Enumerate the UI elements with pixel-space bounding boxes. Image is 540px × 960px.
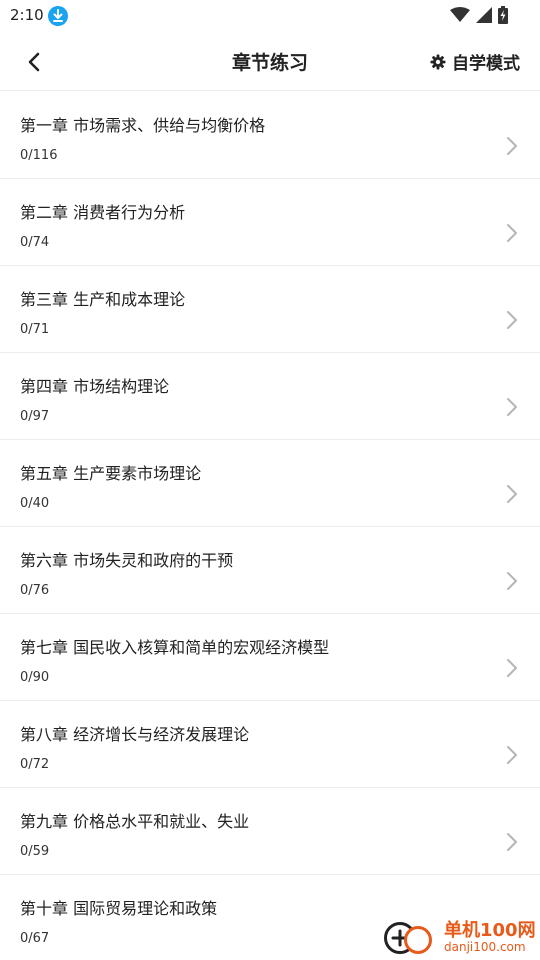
chapter-progress: 0/76 [20, 583, 50, 598]
chapter-row-1[interactable]: 第一章 市场需求、供给与均衡价格 0/116 [0, 92, 540, 179]
status-time: 2:10 [10, 6, 44, 24]
chevron-right-icon [507, 833, 517, 851]
chapter-title: 第七章 国民收入核算和简单的宏观经济模型 [20, 638, 330, 657]
wifi-icon [450, 7, 470, 22]
chapter-title: 第二章 消费者行为分析 [20, 203, 186, 222]
chevron-right-icon [507, 659, 517, 677]
chapter-progress: 0/74 [20, 235, 50, 250]
chevron-right-icon [507, 572, 517, 590]
download-icon [48, 6, 68, 26]
chapter-title: 第八章 经济增长与经济发展理论 [20, 725, 250, 744]
status-bar: 2:10 [0, 0, 540, 30]
chevron-right-icon [507, 485, 517, 503]
chapter-title: 第九章 价格总水平和就业、失业 [20, 812, 250, 831]
chapter-progress: 0/90 [20, 670, 50, 685]
watermark-circle-icon [404, 926, 432, 954]
chapter-title: 第五章 生产要素市场理论 [20, 464, 202, 483]
chapter-title: 第六章 市场失灵和政府的干预 [20, 551, 234, 570]
chapter-title: 第十章 国际贸易理论和政策 [20, 899, 218, 918]
chapter-progress: 0/116 [20, 148, 58, 163]
status-icons [450, 6, 508, 24]
chapter-row-6[interactable]: 第六章 市场失灵和政府的干预 0/76 [0, 527, 540, 614]
chevron-right-icon [507, 311, 517, 329]
self-study-mode-button[interactable]: 自学模式 [430, 49, 520, 74]
watermark-logo: 单机100网 danji100.com [380, 912, 540, 960]
chapter-row-3[interactable]: 第三章 生产和成本理论 0/71 [0, 266, 540, 353]
chapter-progress: 0/40 [20, 496, 50, 511]
chapter-row-4[interactable]: 第四章 市场结构理论 0/97 [0, 353, 540, 440]
self-study-mode-label: 自学模式 [452, 54, 520, 74]
battery-icon [498, 6, 508, 24]
gear-icon [430, 54, 446, 69]
chapter-progress: 0/71 [20, 322, 50, 337]
chapter-row-8[interactable]: 第八章 经济增长与经济发展理论 0/72 [0, 701, 540, 788]
chevron-right-icon [507, 746, 517, 764]
chapter-title: 第一章 市场需求、供给与均衡价格 [20, 116, 266, 135]
chapter-progress: 0/59 [20, 844, 50, 859]
chapter-row-7[interactable]: 第七章 国民收入核算和简单的宏观经济模型 0/90 [0, 614, 540, 701]
chapter-list: 第一章 市场需求、供给与均衡价格 0/116 第二章 消费者行为分析 0/74 … [0, 92, 540, 960]
chapter-progress: 0/97 [20, 409, 50, 424]
chapter-row-2[interactable]: 第二章 消费者行为分析 0/74 [0, 179, 540, 266]
chevron-right-icon [507, 224, 517, 242]
chapter-row-9[interactable]: 第九章 价格总水平和就业、失业 0/59 [0, 788, 540, 875]
chevron-right-icon [507, 398, 517, 416]
chevron-right-icon [507, 137, 517, 155]
chapter-title: 第四章 市场结构理论 [20, 377, 170, 396]
chapter-progress: 0/72 [20, 757, 50, 772]
chapter-row-5[interactable]: 第五章 生产要素市场理论 0/40 [0, 440, 540, 527]
chapter-title: 第三章 生产和成本理论 [20, 290, 186, 309]
watermark-name: 单机100网 [444, 920, 536, 941]
signal-icon [476, 7, 492, 23]
chapter-progress: 0/67 [20, 931, 50, 946]
top-app-bar: 章节练习 自学模式 [0, 30, 540, 91]
watermark-url: danji100.com [444, 940, 526, 954]
